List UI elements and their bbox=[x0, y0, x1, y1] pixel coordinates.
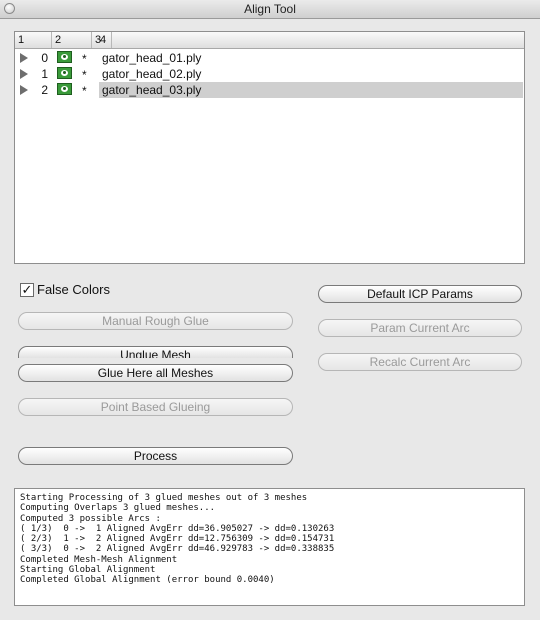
mesh-list[interactable]: 1 2 3 4 0 * gator_head_01.ply 1 * gator_… bbox=[14, 31, 525, 264]
mesh-row-2[interactable]: 2 * gator_head_03.ply bbox=[15, 82, 524, 98]
log-line: Completed Mesh-Mesh Alignment bbox=[20, 554, 178, 565]
expand-arrow-icon[interactable] bbox=[20, 53, 28, 63]
default-icp-params-button[interactable]: Default ICP Params bbox=[318, 285, 522, 303]
mesh-row-0[interactable]: 0 * gator_head_01.ply bbox=[15, 50, 524, 66]
recalc-current-arc-button[interactable]: Recalc Current Arc bbox=[318, 353, 522, 371]
log-line: ( 2/3) 1 -> 2 Aligned AvgErr dd=12.75630… bbox=[20, 534, 335, 545]
title-bar: Align Tool bbox=[0, 0, 540, 19]
false-colors-label: False Colors bbox=[37, 282, 110, 297]
eye-icon[interactable] bbox=[57, 83, 72, 95]
log-output[interactable]: Starting Processing of 3 glued meshes ou… bbox=[14, 488, 525, 606]
column-header-1[interactable]: 1 bbox=[15, 32, 52, 48]
point-based-glueing-button[interactable]: Point Based Glueing bbox=[18, 398, 293, 416]
log-line: Starting Processing of 3 glued meshes ou… bbox=[20, 493, 308, 503]
log-line: Completed Global Alignment (error bound … bbox=[20, 575, 275, 586]
expand-arrow-icon[interactable] bbox=[20, 85, 28, 95]
false-colors-checkbox[interactable]: ✓ bbox=[20, 283, 34, 297]
star-marker: * bbox=[82, 84, 87, 98]
column-header-4[interactable]: 4 bbox=[97, 32, 526, 48]
mesh-index: 1 bbox=[41, 67, 48, 81]
log-line: ( 1/3) 0 -> 1 Aligned AvgErr dd=36.90502… bbox=[20, 523, 335, 534]
log-line: Computed 3 possible Arcs : bbox=[20, 513, 161, 524]
mesh-row-1[interactable]: 1 * gator_head_02.ply bbox=[15, 66, 524, 82]
glue-here-all-meshes-button[interactable]: Glue Here all Meshes bbox=[18, 364, 293, 382]
eye-icon[interactable] bbox=[57, 67, 72, 79]
mesh-index: 2 bbox=[41, 83, 48, 97]
mesh-filename[interactable]: gator_head_01.ply bbox=[99, 50, 523, 66]
star-marker: * bbox=[82, 68, 87, 82]
process-button[interactable]: Process bbox=[18, 447, 293, 465]
column-header-2[interactable]: 2 bbox=[52, 32, 92, 48]
param-current-arc-button[interactable]: Param Current Arc bbox=[318, 319, 522, 337]
log-line: Computing Overlaps 3 glued meshes... bbox=[20, 503, 216, 514]
star-marker: * bbox=[82, 52, 87, 66]
mesh-filename[interactable]: gator_head_03.ply bbox=[99, 82, 523, 98]
log-line: Starting Global Alignment bbox=[20, 565, 156, 576]
unglue-mesh-button[interactable]: Unglue Mesh bbox=[18, 346, 293, 358]
log-line: ( 3/3) 0 -> 2 Aligned AvgErr dd=46.92978… bbox=[20, 544, 335, 555]
mesh-filename[interactable]: gator_head_02.ply bbox=[99, 66, 523, 82]
expand-arrow-icon[interactable] bbox=[20, 69, 28, 79]
manual-rough-glue-button[interactable]: Manual Rough Glue bbox=[18, 312, 293, 330]
mesh-index: 0 bbox=[41, 51, 48, 65]
eye-icon[interactable] bbox=[57, 51, 72, 63]
window-title: Align Tool bbox=[244, 2, 296, 16]
mesh-list-header: 1 2 3 4 bbox=[15, 32, 524, 49]
